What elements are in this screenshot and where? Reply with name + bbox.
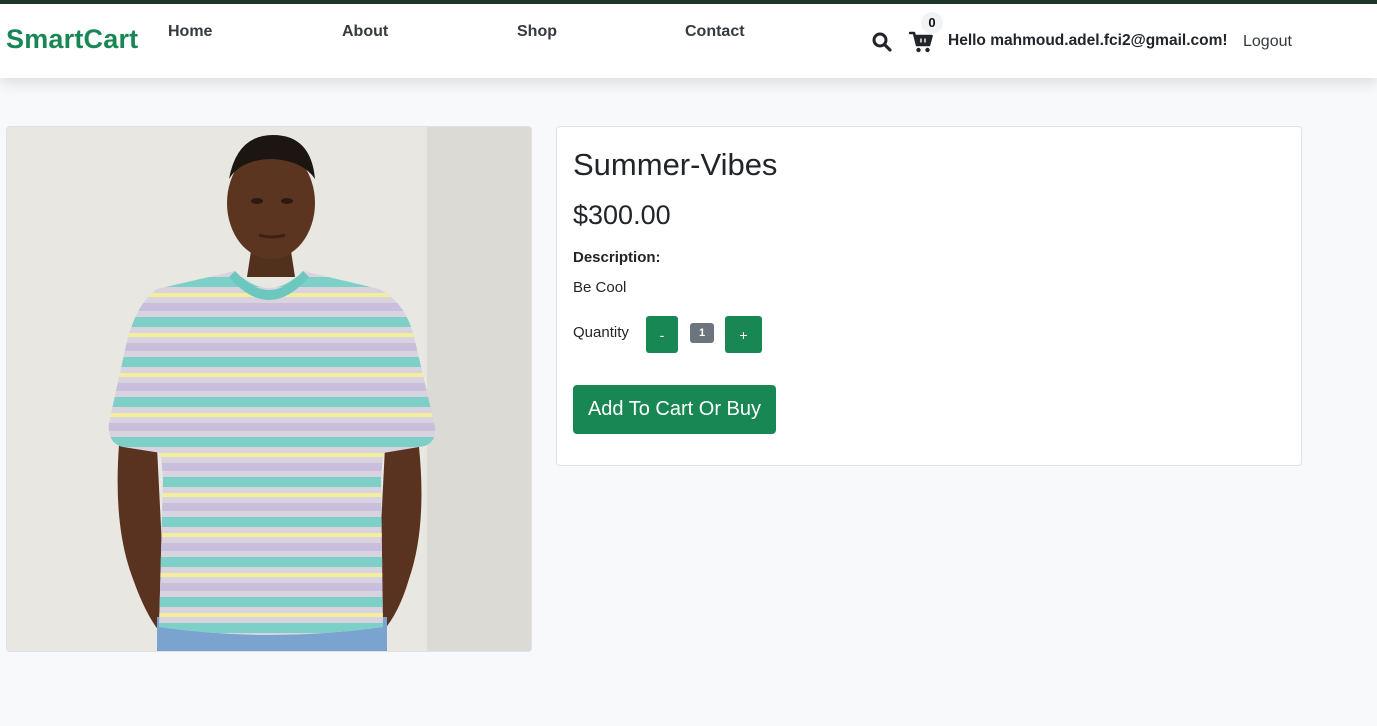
- nav-link-shop[interactable]: Shop: [517, 23, 557, 41]
- search-icon[interactable]: [872, 32, 892, 52]
- quantity-increment-button[interactable]: +: [725, 316, 762, 353]
- product-details-card: Summer-Vibes $300.00 Description: Be Coo…: [556, 126, 1302, 466]
- cart-count-badge: 0: [921, 12, 943, 34]
- user-greeting: Hello mahmoud.adel.fci2@gmail.com!: [948, 32, 1228, 49]
- quantity-label: Quantity: [573, 324, 629, 341]
- quantity-decrement-button[interactable]: -: [646, 316, 678, 353]
- quantity-value: 1: [690, 323, 714, 343]
- product-title: Summer-Vibes: [573, 147, 778, 182]
- logout-link[interactable]: Logout: [1243, 33, 1292, 51]
- brand-logo[interactable]: SmartCart: [6, 24, 138, 55]
- nav-link-about[interactable]: About: [342, 23, 388, 41]
- add-to-cart-button[interactable]: Add To Cart Or Buy: [573, 385, 776, 434]
- product-photo: [7, 127, 531, 651]
- nav-link-home[interactable]: Home: [168, 23, 212, 41]
- navbar: SmartCart Home About Shop Contact 0 Hell…: [0, 4, 1377, 78]
- product-price: $300.00: [573, 200, 671, 230]
- product-image: [6, 126, 532, 652]
- cart-icon[interactable]: [909, 31, 933, 53]
- description-text: Be Cool: [573, 279, 627, 296]
- nav-link-contact[interactable]: Contact: [685, 23, 745, 41]
- description-label: Description:: [573, 249, 661, 266]
